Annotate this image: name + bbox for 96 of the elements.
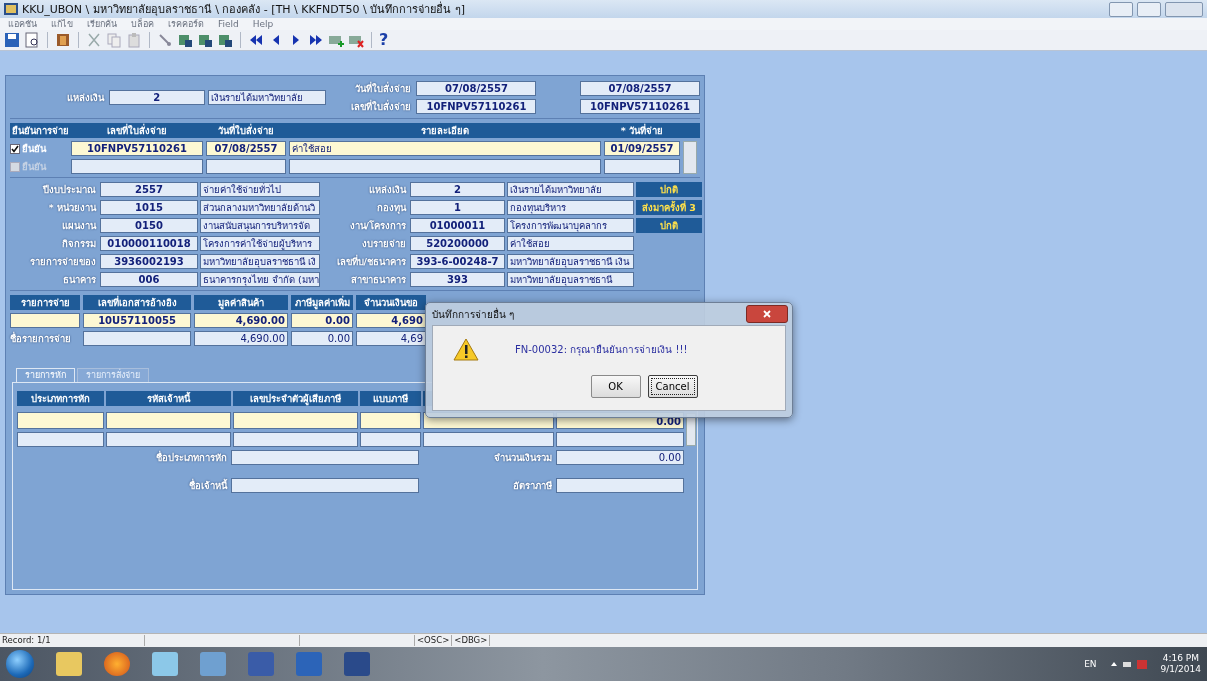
input-field[interactable]: 0.00 — [291, 313, 353, 328]
input-field[interactable]: 393-6-00248-7 — [410, 254, 505, 269]
field-label: จำนวนเงินรวม — [493, 451, 553, 465]
column-header: รายการจ่าย — [10, 295, 80, 310]
input-field[interactable]: 393 — [410, 272, 505, 287]
column-header: ประเภทการหัก — [17, 391, 104, 406]
field-label: * หน่วยงาน — [47, 201, 98, 215]
input-field[interactable]: 4,690.00 — [194, 331, 288, 346]
input-field[interactable]: 10FNPV57110261 — [580, 98, 700, 114]
dialog-button[interactable]: OK — [590, 375, 641, 398]
input-field[interactable]: จ่ายค่าใช้จ่ายทั่วไป — [200, 182, 320, 197]
input-field[interactable]: 01/09/2557 — [604, 141, 680, 156]
field-label: แหล่งเงิน — [368, 183, 408, 197]
input-field[interactable]: ค่าใช้สอย — [289, 141, 601, 156]
input-field[interactable]: 2557 — [100, 182, 198, 197]
field-label: ชื่อเจ้าหนี้ — [188, 478, 229, 493]
input-field[interactable]: 006 — [100, 272, 198, 287]
menu-item[interactable]: บล็อค — [131, 17, 154, 31]
input-field[interactable]: 0150 — [100, 218, 198, 233]
input-field[interactable]: โครงการพัฒนาบุคลากร — [507, 218, 634, 233]
dialog-title: บันทึกการจ่ายอื่น ๆ — [432, 306, 515, 322]
input-field[interactable]: 2 — [410, 182, 505, 197]
field-label: แหล่งเงิน — [65, 90, 106, 105]
input-field[interactable]: 0.00 — [291, 331, 353, 346]
input-field[interactable]: เงินรายได้มหาวิทยาลัย — [207, 89, 327, 105]
column-header: ภาษีมูลค่าเพิ่ม — [291, 295, 353, 310]
input-field[interactable]: มหาวิทยาลัยอุบลราชธานี — [507, 272, 634, 287]
window-title: KKU_UBON \ มหาวิทยาลัยอุบลราชธานี \ กองคลัง - [TH \ KKFNDT50 \ บันทึกการจ่ายอื่น ๆ] — [22, 0, 466, 18]
help-button[interactable]: ? — [379, 32, 389, 48]
field-label: สาขาธนาคาร — [350, 273, 407, 287]
dialog-message: FN-00032: กรุณายืนยันการจ่ายเงิน !!! — [515, 343, 688, 357]
field-label: อัตราภาษี — [512, 479, 553, 493]
input-field[interactable]: งานสนับสนุนการบริหารจัด — [200, 218, 320, 233]
input-field[interactable]: 2 — [108, 89, 205, 105]
column-header: เลขที่เอกสารอ้างอิง — [83, 295, 191, 310]
status-label: ส่งมาครั้งที่ 3 — [636, 200, 702, 215]
column-header: จำนวนเงินขอ — [356, 295, 426, 310]
clock-time[interactable]: 4:16 PM — [1162, 653, 1199, 664]
input-field[interactable]: 0.00 — [556, 450, 684, 465]
input-field[interactable]: 4,69 — [356, 331, 426, 346]
input-field[interactable]: ส่วนกลางมหาวิทยาลัยด้านวิ — [200, 200, 320, 215]
input-field[interactable]: 10FNPV57110261 — [71, 141, 203, 156]
field-label: ปีงบประมาณ — [41, 183, 97, 197]
column-header: มูลค่าสินค้า — [194, 295, 288, 310]
input-field[interactable]: 1015 — [100, 200, 198, 215]
field-label: เลขที่บ/ชธนาคาร — [335, 254, 407, 269]
field-label: งาน/โครงการ — [348, 219, 407, 233]
dialog-button[interactable]: Cancel — [647, 375, 698, 398]
field-label: งบรายจ่าย — [361, 237, 407, 251]
column-header: เลขประจำตัวผู้เสียภาษี — [233, 391, 358, 406]
field-label: แผนงาน — [61, 219, 98, 233]
field-label: ชื่อประเภทการหัก — [155, 450, 228, 465]
input-field[interactable]: 10U57110055 — [83, 313, 191, 328]
input-field[interactable]: 10FNPV57110261 — [416, 98, 537, 114]
field-label: วันที่ใบสั่งจ่าย — [354, 80, 413, 96]
language-indicator[interactable]: EN — [1084, 659, 1097, 669]
input-field[interactable]: มหาวิทยาลัยอุบลราชธานี เงิ — [200, 254, 320, 269]
clock-date[interactable]: 9/1/2014 — [1160, 664, 1201, 675]
menu-item[interactable]: แอคชัน — [8, 17, 37, 31]
field-label: ธนาคาร — [62, 273, 97, 287]
column-header: รหัสเจ้าหนี้ — [106, 391, 231, 406]
input-field[interactable]: 4,690 — [356, 313, 426, 328]
record-indicator: Record: 1/1 — [0, 635, 145, 646]
input-field[interactable]: 4,690.00 — [194, 313, 288, 328]
column-header: แบบภาษี — [360, 391, 421, 406]
field-label: กิจกรรม — [61, 237, 97, 251]
checkbox-label: ยืนยัน — [22, 160, 46, 174]
input-field[interactable]: กองทุนบริหาร — [507, 200, 634, 215]
input-field[interactable]: 01000011 — [410, 218, 505, 233]
status-label: ปกติ — [636, 182, 702, 197]
input-field[interactable]: 010000110018 — [100, 236, 198, 251]
input-field[interactable]: 07/08/2557 — [416, 80, 537, 96]
checkbox-label: ยืนยัน — [22, 142, 46, 156]
menu-item[interactable]: เรียกค้น — [87, 17, 117, 31]
field-label: กองทุน — [376, 201, 408, 215]
status-flag: <OSC> — [415, 635, 453, 646]
input-field[interactable]: มหาวิทยาลัยอุบลราชธานี เงิน — [507, 254, 634, 269]
input-field[interactable]: ธนาคารกรุงไทย จำกัด (มหา — [200, 272, 320, 287]
status-label: ปกติ — [636, 218, 702, 233]
menu-item[interactable]: แก้ไข — [51, 17, 73, 31]
status-flag: <DBG> — [452, 635, 491, 646]
input-field[interactable]: 07/08/2557 — [206, 141, 286, 156]
column-header: ยืนยันการจ่าย — [10, 123, 68, 138]
field-label: ชื่อรายการจ่าย — [10, 331, 72, 346]
menu-item[interactable]: เรคคอร์ด — [168, 17, 204, 31]
menu-item[interactable]: Help — [252, 19, 274, 29]
field-label: รายการจ่ายของ — [29, 255, 97, 269]
input-field[interactable]: 07/08/2557 — [580, 80, 700, 96]
input-field[interactable]: โครงการค่าใช้จ่ายผู้บริหาร — [200, 236, 320, 251]
input-field[interactable]: เงินรายได้มหาวิทยาลัย — [507, 182, 634, 197]
input-field[interactable]: 3936002193 — [100, 254, 198, 269]
input-field[interactable]: 520200000 — [410, 236, 505, 251]
input-field[interactable]: ค่าใช้สอย — [507, 236, 634, 251]
input-field[interactable]: 1 — [410, 200, 505, 215]
menu-item[interactable]: Field — [218, 19, 239, 29]
field-label: เลขที่ใบสั่งจ่าย — [350, 98, 413, 114]
